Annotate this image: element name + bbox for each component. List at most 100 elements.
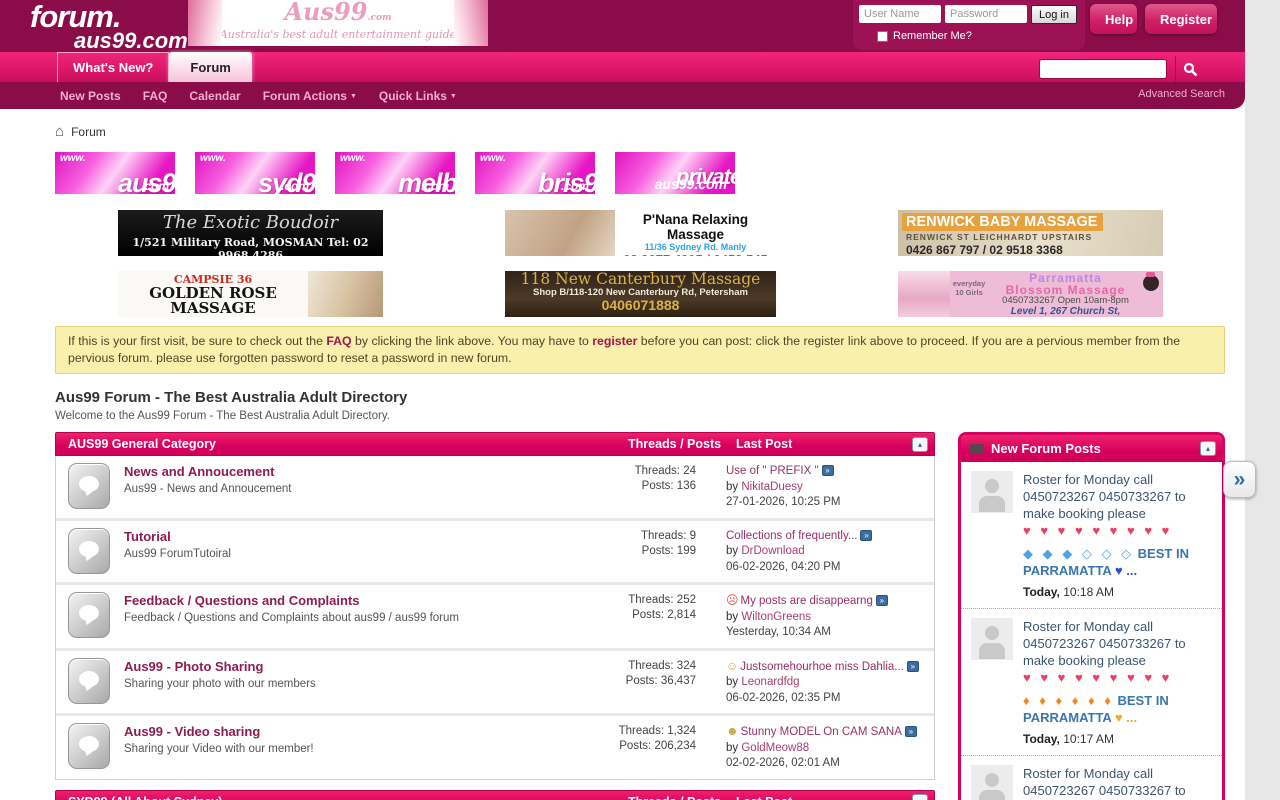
- category-title[interactable]: AUS99 General Category: [68, 437, 628, 451]
- search-button[interactable]: [1175, 56, 1205, 82]
- banner-bris99[interactable]: www. bris99 .com: [475, 152, 595, 194]
- ad-pnana-massage[interactable]: P'Nana Relaxing Massage 11/36 Sydney Rd.…: [505, 210, 776, 256]
- last-post-user[interactable]: DrDownload: [741, 545, 804, 557]
- tab-whats-new[interactable]: What's New?: [57, 52, 169, 82]
- banner-private-aus99[interactable]: private. aus99.com: [615, 152, 735, 194]
- sidebar-toggle-button[interactable]: »: [1223, 461, 1256, 498]
- avatar[interactable]: [971, 765, 1013, 800]
- sidebar-title: New Forum Posts: [991, 441, 1193, 456]
- login-panel: Log in Remember Me?: [853, 0, 1085, 50]
- password-input[interactable]: [945, 5, 1027, 23]
- last-post-date: 02-02-2026, 02:01 AM: [726, 756, 924, 772]
- category-title[interactable]: SYD99 (All About Sydney): [68, 795, 628, 800]
- last-post-user[interactable]: GoldMeow88: [741, 742, 809, 754]
- last-post-title[interactable]: My posts are disappearng: [741, 595, 873, 607]
- help-button[interactable]: Help: [1090, 4, 1137, 34]
- ad-exotic-boudoir[interactable]: The Exotic Boudoir 1/521 Military Road, …: [118, 210, 383, 256]
- search-input[interactable]: [1039, 59, 1167, 79]
- threads-count: Threads: 24: [584, 464, 696, 479]
- posts-count: Posts: 136: [584, 479, 696, 494]
- page-title: Aus99 Forum - The Best Australia Adult D…: [55, 389, 1245, 406]
- last-post-title[interactable]: Stunny MODEL On CAM SANA: [741, 726, 902, 738]
- go-last-post-icon[interactable]: »: [822, 465, 834, 476]
- last-post-title[interactable]: Collections of frequently...: [726, 530, 857, 542]
- breadcrumb: ⌂ Forum: [55, 123, 106, 140]
- forum-link[interactable]: Tutorial: [124, 529, 584, 544]
- site-logo[interactable]: forum. aus99.com: [30, 1, 188, 52]
- posts-count: Posts: 206,234: [584, 739, 696, 754]
- banner-suf: .com: [281, 179, 309, 193]
- forum-link[interactable]: Aus99 - Video sharing: [124, 724, 584, 739]
- header-banner-dotcom: .com: [367, 13, 391, 23]
- nav-forum-actions[interactable]: Forum Actions▼: [263, 89, 357, 103]
- post-link[interactable]: Roster for Monday call 0450723267 045073…: [1023, 472, 1186, 521]
- ad-renwick-massage[interactable]: RENWICK BABY MASSAGE RENWICK ST LEICHHAR…: [898, 210, 1163, 256]
- banner-pre: www.: [200, 153, 226, 164]
- notice-text: If this is your first visit, be sure to …: [68, 334, 326, 348]
- header-banner-subtitle: Australia's best adult entertainment gui…: [188, 28, 488, 41]
- avatar[interactable]: [971, 471, 1013, 513]
- post-date: Today,: [1023, 732, 1060, 746]
- notice-text: by clicking the link above. You may have…: [352, 334, 593, 348]
- ad-blossom-massage[interactable]: everyday 10 Girls Parramatta Blossom Mas…: [898, 271, 1163, 317]
- post-link-continued[interactable]: ♦ ♦ ♦ ♦ ♦ ♦ BEST IN PARRAMATTA ♥ ...: [1023, 692, 1214, 726]
- nav-quick-links[interactable]: Quick Links▼: [379, 89, 457, 103]
- faq-link[interactable]: FAQ: [326, 334, 351, 348]
- post-link[interactable]: Roster for Monday call 0450723267 045073…: [1023, 619, 1186, 668]
- banner-suf: .com: [141, 179, 169, 193]
- ad-tag: everyday 10 Girls: [950, 271, 988, 317]
- ad-canterbury-massage[interactable]: 118 New Canterbury Massage Shop B/118-12…: [505, 271, 776, 317]
- forum-icon: [68, 463, 110, 509]
- banner-melb99[interactable]: www. melb99 .com: [335, 152, 455, 194]
- banner-aus99[interactable]: www. aus99 .com: [55, 152, 175, 194]
- collapse-button[interactable]: ▴: [1200, 441, 1216, 456]
- register-button[interactable]: Register: [1145, 4, 1217, 34]
- last-post-date: 06-02-2026, 04:20 PM: [726, 560, 924, 576]
- forum-link[interactable]: Aus99 - Photo Sharing: [124, 659, 584, 674]
- fire-emoji-row: ♦ ♦ ♦ ♦ ♦ ♦: [1023, 693, 1114, 708]
- forum-link[interactable]: News and Annoucement: [124, 464, 584, 479]
- ad-title: P'Nana Relaxing Massage: [615, 212, 776, 242]
- ad-phone: 02 9977 4995 / 0452 545 856: [615, 252, 776, 256]
- avatar[interactable]: [971, 618, 1013, 660]
- ad-title: The Exotic Boudoir: [118, 210, 383, 236]
- sidebar-post: Roster for Monday call 0450723267 045073…: [961, 609, 1222, 756]
- go-last-post-icon[interactable]: »: [905, 726, 917, 737]
- nav-faq[interactable]: FAQ: [143, 89, 168, 103]
- last-post-user[interactable]: WiltonGreens: [741, 611, 811, 623]
- ad-title: 118 New Canterbury Massage: [505, 271, 776, 288]
- header-ad-banner[interactable]: Aus99.com Australia's best adult enterta…: [188, 0, 488, 46]
- username-input[interactable]: [859, 5, 941, 23]
- home-icon[interactable]: ⌂: [55, 123, 64, 140]
- post-link[interactable]: Roster for Monday call 0450723267 045073…: [1023, 766, 1186, 800]
- ad-address: RENWICK ST LEICHHARDT UPSTAIRS: [906, 232, 1163, 242]
- go-last-post-icon[interactable]: »: [860, 530, 872, 541]
- login-button[interactable]: Log in: [1031, 5, 1077, 24]
- remember-me-checkbox[interactable]: [877, 31, 888, 42]
- banner-syd99[interactable]: www. syd99 .com: [195, 152, 315, 194]
- ad-golden-rose-massage[interactable]: CAMPSIE 36 GOLDEN ROSE MASSAGE 36 NORTH …: [118, 271, 383, 317]
- advanced-search-link[interactable]: Advanced Search: [1138, 88, 1225, 100]
- collapse-button[interactable]: ▴: [912, 794, 928, 800]
- go-last-post-icon[interactable]: »: [876, 595, 888, 606]
- tab-forum[interactable]: Forum: [169, 52, 251, 82]
- collapse-button[interactable]: ▴: [912, 437, 928, 452]
- register-link[interactable]: register: [592, 334, 637, 348]
- ad-phone: 0450733267 Open 10am-8pm: [988, 296, 1143, 306]
- last-post-cell: ☹My posts are disappearng» by WiltonGree…: [726, 592, 924, 641]
- last-post-user[interactable]: Leonardfdg: [741, 676, 799, 688]
- nav-quick-links-label: Quick Links: [379, 89, 447, 103]
- forum-link[interactable]: Feedback / Questions and Complaints: [124, 593, 584, 608]
- nav-calendar[interactable]: Calendar: [189, 89, 240, 103]
- post-link-continued[interactable]: ◆ ◆ ◆ ◇ ◇ ◇ BEST IN PARRAMATTA ♥ ...: [1023, 545, 1214, 579]
- forum-icon: [68, 723, 110, 769]
- last-post-title[interactable]: Justsomehourhoe miss Dahlia...: [740, 661, 904, 673]
- breadcrumb-forum[interactable]: Forum: [71, 125, 106, 139]
- last-post-cell: Use of " PREFIX "» by NikitaDuesy 27-01-…: [726, 463, 924, 511]
- ad-title: RENWICK BABY MASSAGE: [902, 213, 1103, 231]
- last-post-user[interactable]: NikitaDuesy: [741, 481, 802, 493]
- forum-stats: Threads: 1,324 Posts: 206,234: [584, 723, 696, 772]
- last-post-title[interactable]: Use of " PREFIX ": [726, 465, 819, 477]
- go-last-post-icon[interactable]: »: [907, 661, 919, 672]
- nav-new-posts[interactable]: New Posts: [60, 89, 121, 103]
